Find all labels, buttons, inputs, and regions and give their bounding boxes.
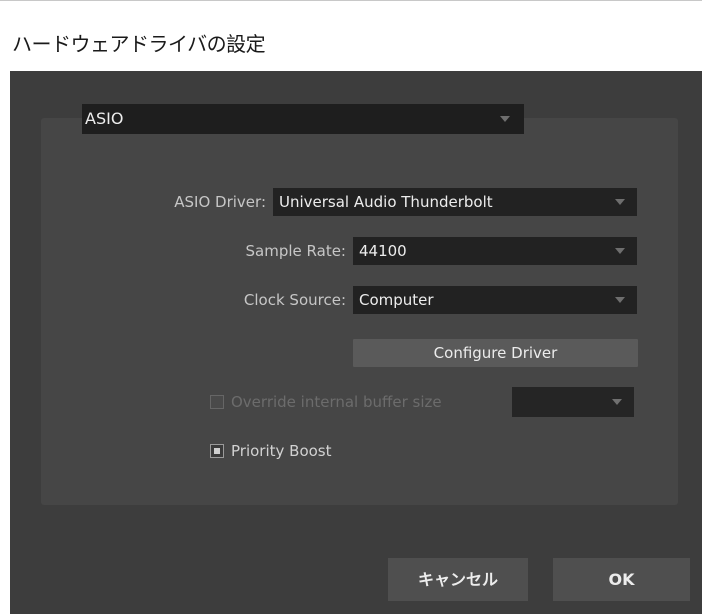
configure-driver-button[interactable]: Configure Driver [353, 339, 638, 367]
ok-button[interactable]: OK [553, 558, 690, 601]
override-buffer-checkbox-row[interactable]: Override internal buffer size [210, 392, 500, 414]
window-title: ハードウェアドライバの設定 [12, 32, 266, 56]
sample-rate-label: Sample Rate: [245, 242, 346, 260]
chevron-down-icon [500, 116, 510, 122]
clock-source-select[interactable]: Computer [353, 286, 637, 314]
priority-boost-label: Priority Boost [231, 442, 332, 460]
asio-driver-select[interactable]: Universal Audio Thunderbolt [273, 188, 637, 216]
cancel-button[interactable]: キャンセル [388, 558, 528, 601]
sample-rate-value: 44100 [359, 242, 407, 260]
hardware-driver-settings-window: ハードウェアドライバの設定 ASIO ASIO Driver: Universa… [0, 0, 702, 614]
dialog-body: ASIO ASIO Driver: Universal Audio Thunde… [10, 71, 702, 614]
asio-driver-label: ASIO Driver: [174, 193, 266, 211]
chevron-down-icon [615, 248, 625, 254]
priority-boost-checkbox[interactable] [210, 444, 224, 458]
driver-type-value: ASIO [85, 109, 124, 128]
asio-driver-value: Universal Audio Thunderbolt [279, 193, 493, 211]
priority-boost-checkbox-row[interactable]: Priority Boost [210, 441, 370, 463]
override-buffer-checkbox[interactable] [210, 395, 224, 409]
chevron-down-icon [615, 297, 625, 303]
driver-type-select[interactable]: ASIO [82, 104, 524, 134]
override-buffer-label: Override internal buffer size [231, 393, 442, 411]
checkbox-check-mark-icon [214, 448, 220, 454]
clock-source-value: Computer [359, 291, 434, 309]
buffer-size-select[interactable] [512, 387, 634, 417]
chevron-down-icon [615, 199, 625, 205]
chevron-down-icon [612, 399, 622, 405]
clock-source-label: Clock Source: [243, 291, 346, 309]
sample-rate-select[interactable]: 44100 [353, 237, 637, 265]
title-bar: ハードウェアドライバの設定 [0, 1, 702, 66]
